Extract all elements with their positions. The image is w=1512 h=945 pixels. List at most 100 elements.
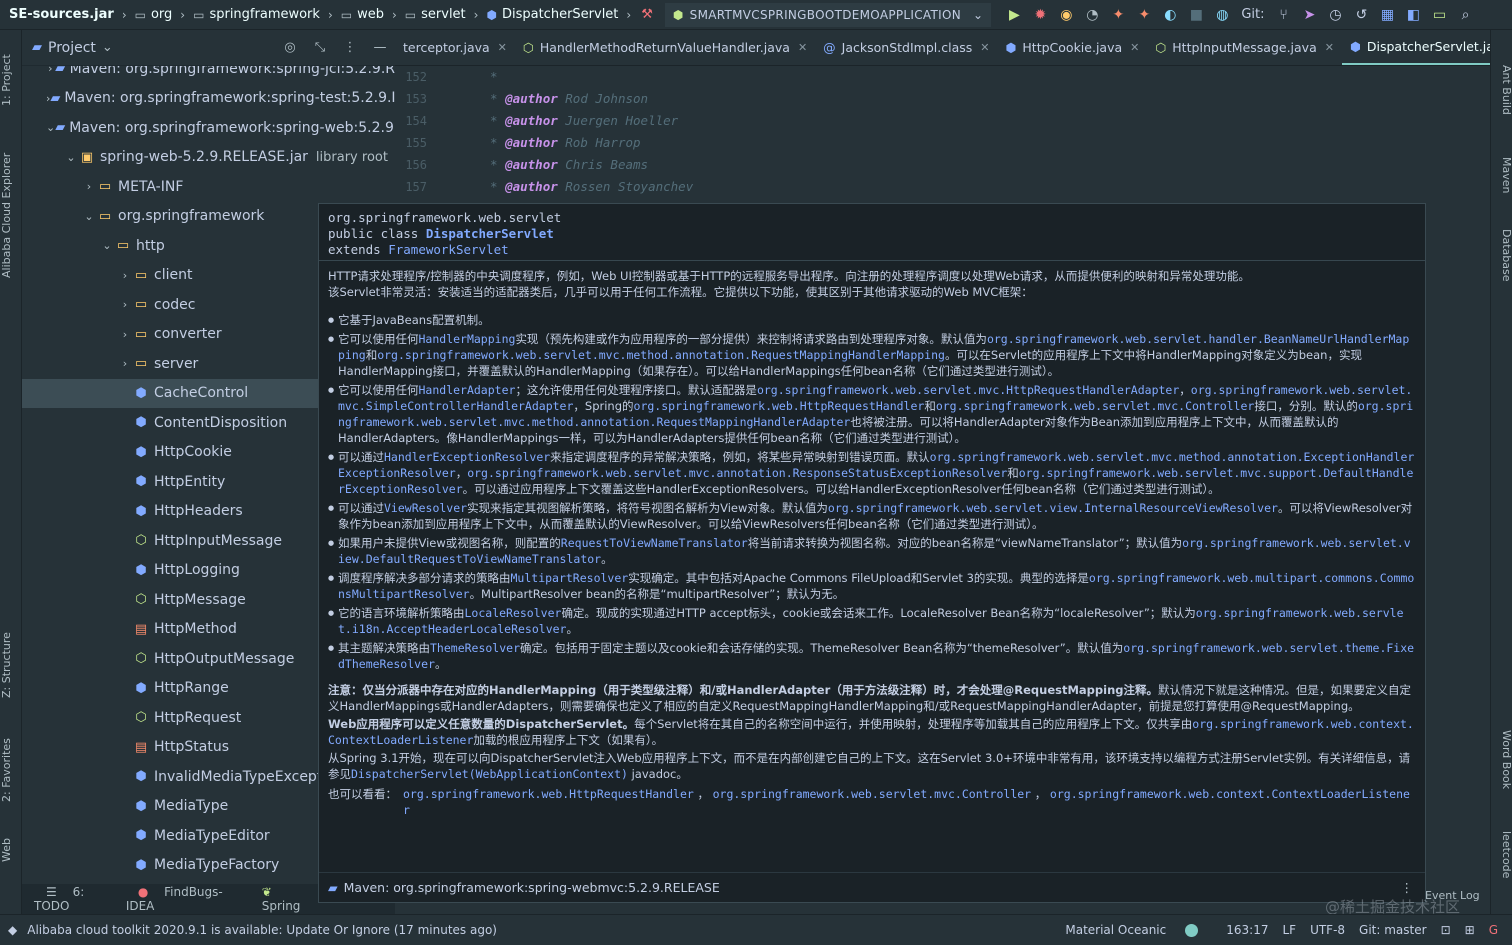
help-icon[interactable]: ◍ [1209, 7, 1235, 23]
cloud-icon[interactable]: ◐ [1157, 7, 1183, 23]
leetcode-tab[interactable]: leetcode [1491, 820, 1512, 890]
status-message[interactable]: Alibaba cloud toolkit 2020.9.1 is availa… [27, 923, 497, 937]
doc-link[interactable]: org.springframework.web.servlet.mvc.anno… [467, 466, 1007, 480]
terminal-icon[interactable]: ▭ [1427, 7, 1453, 23]
breadcrumb-item[interactable]: ▭ org [131, 7, 177, 22]
git-branch[interactable]: Git: master [1359, 923, 1427, 937]
spring-tab[interactable]: ❦ Spring [250, 885, 318, 913]
word-book-tab[interactable]: Word Book [1491, 720, 1512, 800]
build-icon[interactable]: ✦ [1105, 7, 1131, 23]
doc-link[interactable]: HandlerMapping [419, 332, 516, 346]
maven-tab[interactable]: Maven [1491, 145, 1512, 205]
chevron-down-icon[interactable]: ⌄ [64, 151, 78, 164]
more-options-icon[interactable]: ⋮ [335, 40, 365, 55]
close-icon[interactable]: ✕ [498, 41, 507, 54]
editor-tab[interactable]: ⬡ HttpInputMessage.java ✕ [1147, 30, 1342, 65]
source-library[interactable]: Maven: org.springframework:spring-webmvc… [344, 880, 720, 895]
editor-tab[interactable]: ⬢DispatcherServlet.java✕ [1341, 30, 1490, 65]
ant-build-tab[interactable]: Ant Build [1491, 50, 1512, 130]
doc-link[interactable]: MultipartResolver [511, 571, 629, 585]
more-options-icon[interactable]: ⋮ [1401, 880, 1414, 895]
hammer-icon[interactable]: ⚒ [641, 7, 653, 22]
collapse-all-icon[interactable]: ⤡ [305, 40, 335, 55]
breadcrumb-item[interactable]: ⬢ DispatcherServlet [482, 7, 622, 22]
doc-link[interactable]: org.springframework.web.servlet.mvc.Http… [757, 383, 1179, 397]
doc-link[interactable]: DispatcherServlet(WebApplicationContext) [351, 767, 628, 781]
structure-tool-tab[interactable]: Z: Structure [0, 620, 22, 710]
coverage-icon[interactable]: ◉ [1053, 7, 1079, 23]
findbugs-tab[interactable]: ● FindBugs-IDEA [126, 885, 238, 913]
doc-link[interactable]: ThemeResolver [430, 641, 520, 655]
debug-icon[interactable]: ✹ [1027, 7, 1053, 23]
superclass-link[interactable]: FrameworkServlet [388, 242, 508, 257]
doc-link[interactable]: HandlerExceptionResolver [384, 450, 550, 464]
tree-item[interactable]: › ▭ META-INF [22, 172, 395, 202]
editor-tab[interactable]: terceptor.java ✕ [395, 30, 515, 65]
history-icon[interactable]: ◷ [1323, 7, 1349, 23]
chevron-right-icon[interactable]: › [118, 357, 132, 370]
editor-tab[interactable]: @ JacksonStdImpl.class ✕ [815, 30, 997, 65]
web-tool-tab[interactable]: Web [0, 830, 22, 870]
chevron-down-icon[interactable]: ⌄ [100, 239, 114, 252]
locate-icon[interactable]: ◎ [275, 40, 305, 55]
doc-link[interactable]: LocaleResolver [465, 606, 562, 620]
alibaba-cloud-explorer-tab[interactable]: Alibaba Cloud Explorer [0, 135, 22, 295]
editor-tab[interactable]: ⬢ HttpCookie.java ✕ [997, 30, 1147, 65]
chevron-right-icon[interactable]: › [82, 180, 96, 193]
hide-panel-icon[interactable]: — [365, 40, 395, 55]
doc-link[interactable]: org.springframework.web.servlet.mvc.Cont… [713, 787, 1032, 801]
breadcrumb-item[interactable]: SE-sources.jar [0, 7, 118, 22]
event-icon[interactable]: ⊞ [1465, 923, 1475, 937]
run-icon[interactable]: ▶ [1001, 7, 1027, 23]
git-branch-icon[interactable]: ⑂ [1271, 7, 1297, 23]
run-configuration-selector[interactable]: ⬢ SMARTMVCSPRINGBOOTDEMOAPPLICATION ⌄ [664, 2, 992, 27]
rollback-icon[interactable]: ↺ [1349, 7, 1375, 23]
deploy-icon[interactable]: ✦ [1131, 7, 1157, 23]
editor-tab[interactable]: ⬡ HandlerMethodReturnValueHandler.java ✕ [515, 30, 815, 65]
favorites-tool-tab[interactable]: 2: Favorites [0, 725, 22, 815]
tree-item[interactable]: ⌄ ▰ Maven: org.springframework:spring-web:… [22, 113, 395, 143]
notification-icon[interactable]: ◆ [8, 923, 17, 937]
breadcrumb-item[interactable]: ▭ servlet [401, 7, 470, 22]
doc-link[interactable]: org.springframework.web.HttpRequestHandl… [403, 787, 694, 801]
caret-position[interactable]: 163:17 [1226, 923, 1268, 937]
close-icon[interactable]: ✕ [1130, 41, 1139, 54]
chevron-down-icon[interactable]: ⌄ [102, 40, 113, 55]
doc-link[interactable]: ViewResolver [384, 501, 467, 515]
project-panel-title[interactable]: Project [48, 40, 96, 56]
doc-link[interactable]: org.springframework.web.servlet.mvc.meth… [377, 348, 945, 362]
todo-tab[interactable]: ☰ 6: TODO [34, 885, 114, 913]
close-icon[interactable]: ✕ [980, 41, 989, 54]
doc-link[interactable]: RequestToViewNameTranslator [561, 536, 748, 550]
chevron-right-icon[interactable]: › [118, 269, 132, 282]
chevron-right-icon[interactable]: › [118, 298, 132, 311]
close-icon[interactable]: ✕ [1325, 41, 1334, 54]
tree-item[interactable]: › ▰ Maven: org.springframework:spring-test… [22, 84, 395, 114]
breadcrumb-item[interactable]: ▭ web [337, 7, 388, 22]
translate-icon[interactable]: ◧ [1401, 7, 1427, 23]
doc-link[interactable]: org.springframework.web.servlet.view.Int… [828, 501, 1278, 515]
chevron-down-icon[interactable]: ⌄ [46, 121, 55, 134]
tree-item[interactable]: ⌄ ▣ spring-web-5.2.9.RELEASE.jar library ro… [22, 143, 395, 173]
stop-icon[interactable]: ■ [1183, 7, 1209, 23]
doc-link[interactable]: org.springframework.web.HttpRequestHandl… [634, 399, 925, 413]
file-encoding[interactable]: UTF-8 [1310, 923, 1345, 937]
theme-indicator[interactable]: Material Oceanic [1065, 923, 1212, 937]
breadcrumb-item[interactable]: ▭ springframework [189, 7, 324, 22]
line-separator[interactable]: LF [1282, 923, 1296, 937]
search-icon[interactable]: ⌕ [1453, 7, 1479, 23]
lock-icon[interactable]: ⊡ [1441, 923, 1451, 937]
profile-icon[interactable]: ◔ [1079, 7, 1105, 23]
project-tool-tab[interactable]: 1: Project [0, 40, 22, 120]
chevron-down-icon[interactable]: ⌄ [82, 210, 96, 223]
database-tab[interactable]: Database [1491, 220, 1512, 290]
code-view[interactable]: * * @author Rod Johnson * @author Juergen… [490, 66, 693, 198]
doc-link[interactable]: HandlerAdapter [419, 383, 516, 397]
doc-link[interactable]: org.springframework.web.servlet.mvc.Cont… [936, 399, 1255, 413]
close-icon[interactable]: ✕ [798, 41, 807, 54]
layout-icon[interactable]: ▦ [1375, 7, 1401, 23]
google-icon[interactable]: G [1489, 923, 1498, 937]
chevron-right-icon[interactable]: › [118, 328, 132, 341]
git-push-icon[interactable]: ➤ [1297, 7, 1323, 23]
doc-text: ， [455, 466, 468, 480]
